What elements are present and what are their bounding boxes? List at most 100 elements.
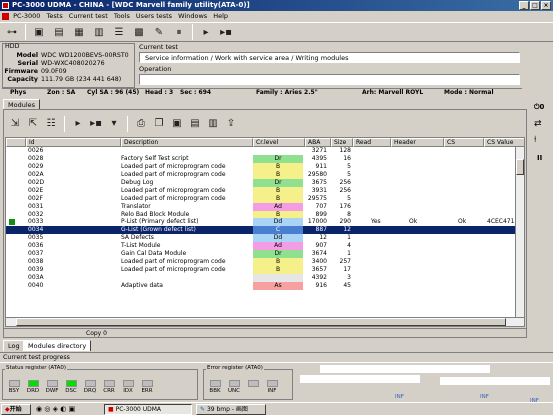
col-header[interactable]: Header [391, 138, 444, 147]
serial-label: Serial [17, 60, 38, 67]
table-icon[interactable]: ☷ [44, 117, 58, 131]
step-icon[interactable]: ▸▪ [89, 117, 103, 131]
col-cs[interactable]: CS [444, 138, 484, 147]
table-row[interactable]: 002F Loaded part of microprogram code B 295… [6, 194, 524, 203]
save-all-icon[interactable]: ▤ [188, 117, 202, 131]
operation-field [139, 74, 520, 85]
led-indicator [65, 380, 77, 387]
inf-label-1: INF [395, 394, 404, 400]
export-icon[interactable]: ⇪ [224, 117, 238, 131]
quicklaunch-icons[interactable]: ◉ ◎ ◈ ◐ ▣ [36, 405, 75, 413]
minimize-button[interactable]: _ [519, 1, 529, 10]
status-led-drq: DRQ [82, 380, 98, 394]
table-row[interactable]: 0039 Loaded part of microprogram code B 365… [6, 266, 524, 274]
menu-users-tests[interactable]: Users tests [136, 12, 172, 20]
maximize-button[interactable]: □ [530, 1, 540, 10]
cell-id: 0026 [28, 147, 44, 154]
table-row[interactable]: 0036 T-List Module Ad 907 4 [6, 242, 524, 251]
phys-label: Phys [10, 89, 27, 96]
save-as-icon[interactable]: ▥ [206, 117, 220, 131]
cell-size: 3 [347, 274, 351, 281]
connect-icon[interactable]: ⊶ [3, 24, 21, 41]
top-tab-strip: Modules [3, 99, 523, 110]
table-row[interactable]: 002A Loaded part of microprogram code B 295… [6, 170, 524, 179]
led-label: BSY [8, 388, 20, 394]
start-button[interactable]: ◆开始 [1, 404, 31, 415]
cell-size: 1 [347, 234, 351, 242]
cell-aba: 29575 [307, 194, 327, 202]
vscroll-thumb[interactable] [516, 159, 524, 175]
cell-size: 16 [343, 154, 351, 162]
table-row[interactable]: 003A 4392 3 [6, 274, 524, 282]
table-row[interactable]: 0028 Factory Self Test script Dr 4395 16 [6, 154, 524, 163]
table-row[interactable]: 0038 Loaded part of microprogram code B 340… [6, 258, 524, 267]
col-size[interactable]: Size [331, 138, 353, 147]
horizontal-scrollbar[interactable] [6, 317, 524, 326]
status-register-group: Status register (ATA0) BSY DRD DWF DSC DRQ CR… [2, 365, 198, 400]
table-row[interactable]: 0033 P-List (Primary defect list) Dd 17000 2… [6, 218, 524, 227]
pause-icon[interactable]: ⏸ [170, 24, 188, 41]
led-label: DWF [45, 388, 59, 394]
table-row[interactable]: 0034 G-List (Grown defect list) C 887 12 [6, 226, 524, 235]
save-icon[interactable]: ▣ [30, 24, 48, 41]
table-row[interactable]: 0032 Relo Bad Block Module B 899 8 [6, 210, 524, 219]
reset-icon[interactable]: ⇄ [534, 119, 542, 129]
table-row[interactable]: 0031 Translator Ad 707 176 [6, 202, 524, 211]
tab-log[interactable]: Log [3, 340, 25, 351]
print-icon[interactable]: ⎙ [134, 117, 148, 131]
table-row[interactable]: 0026 3271 128 [6, 147, 524, 155]
col-read[interactable]: Read [353, 138, 391, 147]
col-aba[interactable]: ABA [305, 138, 331, 147]
table-row[interactable]: 0037 Gain Cal Data Module Dr 3674 1 [6, 250, 524, 259]
list-icon[interactable]: ☰ [110, 24, 128, 41]
chip-icon[interactable]: ▦ [70, 24, 88, 41]
power-icon[interactable]: ⏻0 [534, 103, 544, 112]
window-title: PC-3000 UDMA - CHINA - [WDC Marvell fami… [12, 1, 250, 9]
taskbar-pc3000[interactable]: ■ PC-3000 UDMA [104, 404, 192, 415]
taskbar-paint[interactable]: ✎ 39 bmp - 画图 [196, 404, 266, 415]
table-row[interactable]: 0040 Adaptive data As 916 45 [6, 281, 524, 290]
play-icon[interactable]: ▸ [71, 117, 85, 131]
play-icon[interactable]: ▸ [197, 24, 215, 41]
menu-tests[interactable]: Tests [47, 12, 63, 20]
probe-icon[interactable]: ⍿ [534, 135, 536, 145]
cell-aba: 907 [315, 242, 327, 250]
menu-current-test[interactable]: Current test [69, 12, 108, 20]
app-menu-icon[interactable] [2, 12, 9, 20]
menu-help[interactable]: Help [213, 12, 228, 20]
table-row[interactable]: 0029 Loaded part of microprogram code B 911… [6, 162, 524, 171]
grid-icon[interactable]: ▩ [130, 24, 148, 41]
tab-modules-directory[interactable]: Modules directory [23, 340, 92, 351]
menu-tools[interactable]: Tools [114, 12, 130, 20]
cell-id: 0036 [28, 242, 44, 250]
col-crlevel[interactable]: Cr.level [253, 138, 305, 147]
pause-icon[interactable]: II [537, 154, 542, 162]
cell-description: Factory Self Test script [121, 154, 189, 162]
table-row[interactable]: 002E Loaded part of microprogram code B 393… [6, 186, 524, 195]
table-row[interactable]: 0035 SA Defects Dd 12 1 [6, 234, 524, 243]
drive-icon[interactable]: ▤ [50, 24, 68, 41]
write-module-icon[interactable]: ⇱ [26, 117, 40, 131]
cell-id: 003A [28, 274, 44, 281]
close-button[interactable]: × [541, 1, 551, 10]
status-led-bsy: BSY [6, 380, 22, 394]
down-icon[interactable]: ▾ [107, 117, 121, 131]
cell-id: 0032 [28, 210, 44, 218]
table-row[interactable]: 002D Debug Log Dr 3675 256 [6, 178, 524, 187]
current-test-label: Current test [139, 43, 178, 51]
read-module-icon[interactable]: ⇲ [8, 117, 22, 131]
cell-crlevel: Ad [253, 202, 303, 211]
cell-header: Ok [409, 218, 418, 226]
menu-windows[interactable]: Windows [178, 12, 207, 20]
step-icon[interactable]: ▸▪ [217, 24, 235, 41]
module-icon[interactable]: ▥ [90, 24, 108, 41]
hscroll-thumb[interactable] [16, 318, 506, 326]
copy-icon[interactable]: ❐ [152, 117, 166, 131]
col-csvalue[interactable]: CS Value [484, 138, 524, 147]
vertical-scrollbar[interactable] [515, 147, 524, 319]
tools-icon[interactable]: ✎ [150, 24, 168, 41]
save-icon[interactable]: ▣ [170, 117, 184, 131]
col-id[interactable]: Id [26, 138, 121, 147]
col-description[interactable]: Description [121, 138, 253, 147]
menu-pc3000[interactable]: PC-3000 [13, 12, 40, 20]
